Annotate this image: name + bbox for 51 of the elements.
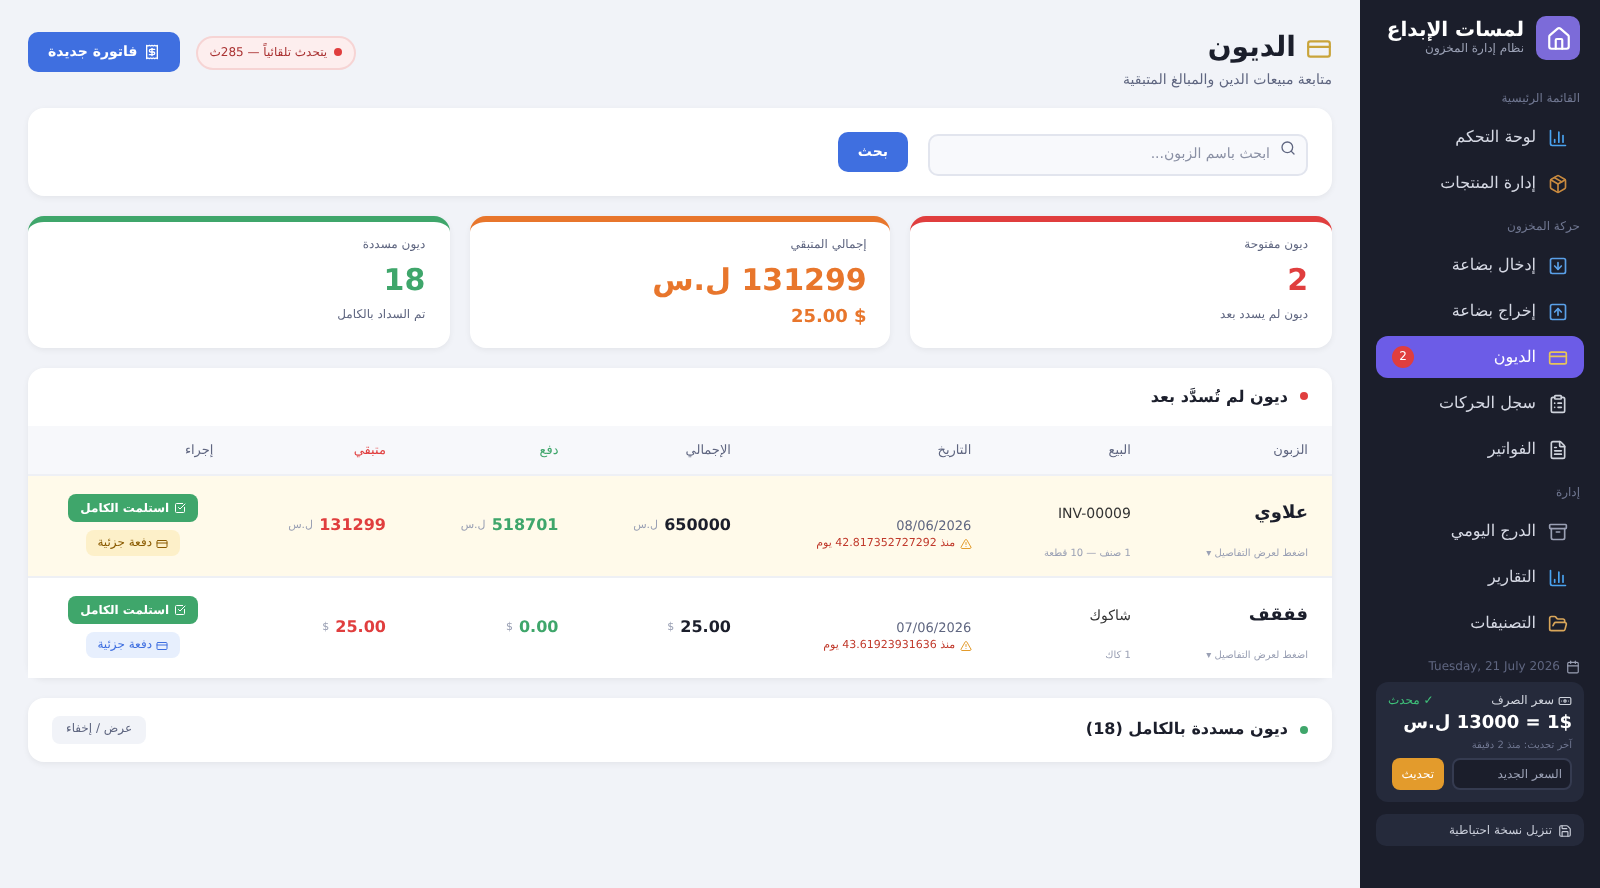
status-dot-icon: [1300, 392, 1308, 400]
nav-item[interactable]: إدخال بضاعة: [1376, 244, 1584, 286]
nav-item[interactable]: التصنيفات: [1376, 602, 1584, 644]
customer-name: علاوي: [1254, 503, 1308, 523]
stat-value: 18: [381, 261, 426, 297]
card-icon: [1306, 35, 1332, 61]
warning-icon: [959, 538, 972, 550]
checkbox-icon: [173, 502, 186, 514]
save-icon: [1558, 823, 1572, 837]
arrow-up-icon: [1548, 301, 1568, 321]
section-title: ديون مسددة بالكامل (18): [1085, 720, 1288, 738]
rate-value: 1$ = 13000 ل.س: [1401, 714, 1572, 734]
package-icon: [1548, 173, 1568, 193]
page-title: الديون: [1207, 32, 1296, 64]
status-dot-icon: [1300, 725, 1308, 733]
clipboard-icon: [1548, 393, 1568, 413]
nav-item[interactable]: الدرج اليومي: [1376, 510, 1584, 552]
drawer-icon: [1548, 521, 1568, 541]
calendar-icon: [1566, 660, 1580, 674]
bar-chart-icon: [1548, 127, 1568, 147]
section-title: ديون لم تُسدَّد بعد: [1150, 387, 1288, 405]
receipt-icon: [143, 44, 160, 60]
banknote-icon: [1558, 694, 1572, 708]
stat-value: 131299 ل.س: [650, 261, 867, 297]
nav-item[interactable]: إدارة المنتجات: [1376, 162, 1584, 204]
folder-icon: [1548, 613, 1568, 633]
bar-chart-icon: [1548, 567, 1568, 587]
credit-card-icon: [156, 639, 168, 651]
amount: 25.00: [335, 618, 386, 636]
search-icon: [1280, 140, 1296, 156]
brand-title: لمسات الإبداع: [1386, 20, 1524, 42]
house-logo-icon: [1536, 16, 1580, 60]
document-icon: [1548, 439, 1568, 459]
amount: 25.00: [680, 618, 731, 636]
nav-item[interactable]: لوحة التحكم: [1376, 116, 1584, 158]
checkbox-icon: [173, 604, 186, 616]
credit-card-icon: [156, 537, 168, 549]
credit-card-icon: [1548, 347, 1568, 367]
amount: 518701: [491, 516, 559, 534]
customer-name: ففقف: [1248, 605, 1308, 625]
amount: 650000: [664, 516, 731, 534]
stat-note: $ 25.00: [788, 307, 867, 327]
nav-item[interactable]: إخراج بضاعة: [1376, 290, 1584, 332]
amount: 0.00: [518, 618, 559, 636]
nav-item[interactable]: الفواتير: [1376, 428, 1584, 470]
nav-item[interactable]: التقارير: [1376, 556, 1584, 598]
amount: 131299: [319, 516, 386, 534]
nav-item[interactable]: سجل الحركات: [1376, 382, 1584, 424]
warning-icon: [959, 640, 972, 652]
arrow-down-icon: [1548, 255, 1568, 275]
stat-value: 2: [1285, 261, 1308, 297]
